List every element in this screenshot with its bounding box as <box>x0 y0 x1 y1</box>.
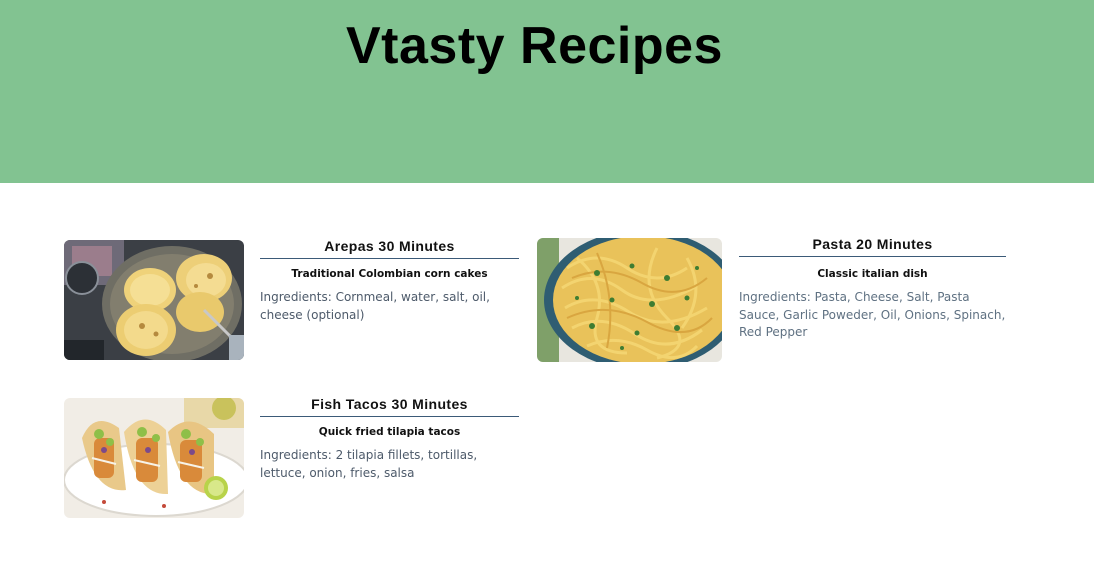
recipe-card-pasta[interactable]: Pasta 20 Minutes Classic italian dish In… <box>537 236 1007 362</box>
recipe-subtitle: Quick fried tilapia tacos <box>318 426 461 438</box>
recipe-title[interactable]: Pasta 20 Minutes <box>739 236 1006 257</box>
pasta-photo[interactable] <box>537 238 722 362</box>
recipe-title[interactable]: Fish Tacos 30 Minutes <box>260 396 519 417</box>
recipe-card-arepas[interactable]: Arepas 30 Minutes Traditional Colombian … <box>64 238 520 360</box>
recipe-subtitle: Classic italian dish <box>817 268 928 280</box>
site-title: Vtasty Recipes <box>346 17 723 75</box>
recipe-info-arepas: Arepas 30 Minutes Traditional Colombian … <box>260 238 519 324</box>
fish-tacos-photo[interactable] <box>64 398 244 518</box>
arepas-photo[interactable] <box>64 240 244 360</box>
recipe-card-fish-tacos[interactable]: Fish Tacos 30 Minutes Quick fried tilapi… <box>64 396 520 518</box>
site-header: Vtasty Recipes <box>0 0 1094 183</box>
recipe-ingredients: Ingredients: Pasta, Cheese, Salt, Pasta … <box>739 290 1006 339</box>
recipe-ingredients: Ingredients: Cornmeal, water, salt, oil,… <box>260 290 490 322</box>
recipe-title[interactable]: Arepas 30 Minutes <box>260 238 519 259</box>
recipe-subtitle: Traditional Colombian corn cakes <box>291 268 488 280</box>
recipe-info-fish-tacos: Fish Tacos 30 Minutes Quick fried tilapi… <box>260 396 519 482</box>
recipe-ingredients: Ingredients: 2 tilapia fillets, tortilla… <box>260 448 478 480</box>
recipe-info-pasta: Pasta 20 Minutes Classic italian dish In… <box>739 236 1006 342</box>
